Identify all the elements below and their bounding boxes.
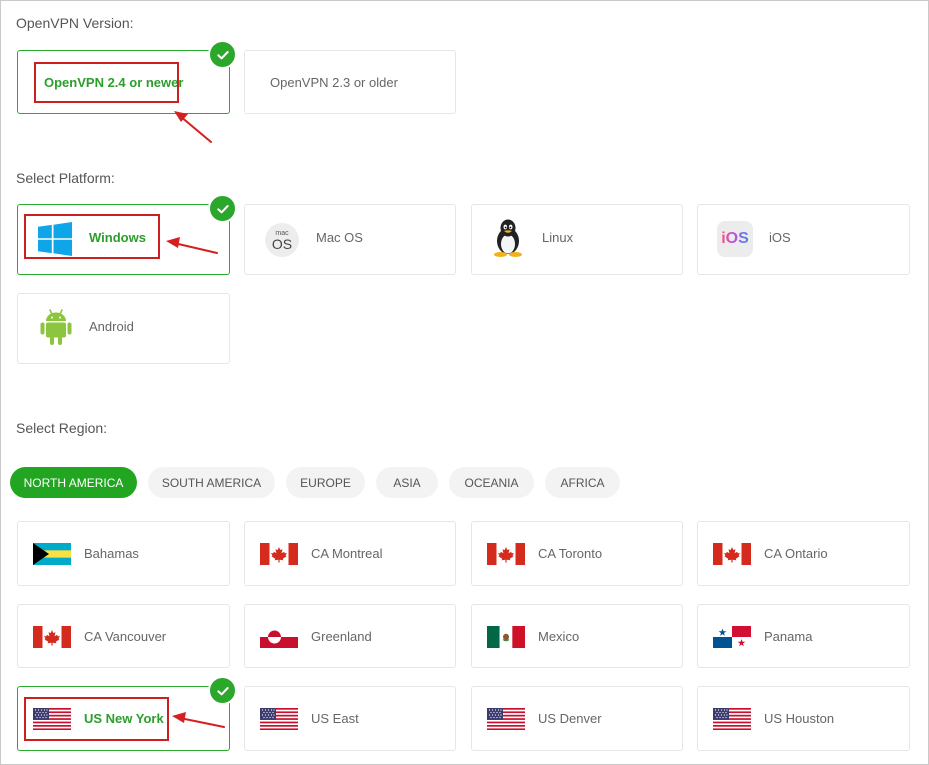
server-label: US Houston [764,711,835,726]
linux-tux-icon [491,219,525,260]
selected-check-icon [208,194,237,223]
openvpn-version-label: OpenVPN Version: [16,15,134,31]
server-us-east[interactable]: US East [244,686,456,751]
openvpn-option-label: OpenVPN 2.3 or older [270,75,398,90]
server-label: US East [311,711,359,726]
select-platform-label: Select Platform: [16,170,115,186]
region-tab-asia[interactable]: ASIA [376,467,438,498]
region-tab-north-america[interactable]: NORTH AMERICA [10,467,137,498]
selected-check-icon [208,40,237,69]
region-tab-south-america[interactable]: SOUTH AMERICA [148,467,275,498]
panama-flag-icon [713,626,751,648]
server-ca-toronto[interactable]: CA Toronto [471,521,683,586]
server-label: CA Ontario [764,546,828,561]
server-panama[interactable]: Panama [697,604,910,668]
android-icon [40,308,72,349]
annotation-highlight-box [24,697,169,741]
server-mexico[interactable]: Mexico [471,604,683,668]
server-ca-montreal[interactable]: CA Montreal [244,521,456,586]
region-tab-oceania[interactable]: OCEANIA [449,467,534,498]
select-region-label: Select Region: [16,420,108,436]
server-ca-vancouver[interactable]: CA Vancouver [17,604,230,668]
macos-icon: mac OS [265,223,299,257]
server-label: CA Montreal [311,546,383,561]
server-label: CA Vancouver [84,629,167,644]
mexico-flag-icon [487,626,525,648]
region-tab-europe[interactable]: EUROPE [286,467,365,498]
server-bahamas[interactable]: Bahamas [17,521,230,586]
usa-flag-icon [487,708,525,730]
ios-icon: iOS [717,221,753,257]
server-greenland[interactable]: Greenland [244,604,456,668]
canada-flag-icon [260,543,298,565]
platform-label: Android [89,319,134,334]
server-us-houston[interactable]: US Houston [697,686,910,751]
platform-android[interactable]: Android [17,293,230,364]
usa-flag-icon [260,708,298,730]
usa-flag-icon [713,708,751,730]
selected-check-icon [208,676,237,705]
annotation-highlight-box [24,214,160,259]
platform-label: iOS [769,230,791,245]
platform-linux[interactable]: Linux [471,204,683,275]
server-label: US Denver [538,711,602,726]
region-tab-africa[interactable]: AFRICA [545,467,620,498]
platform-label: Linux [542,230,574,245]
canada-flag-icon [713,543,751,565]
server-label: Greenland [311,629,372,644]
greenland-flag-icon [260,626,298,648]
platform-macos[interactable]: mac OS Mac OS [244,204,456,275]
bahamas-flag-icon [33,543,71,565]
server-label: Bahamas [84,546,139,561]
annotation-highlight-box [34,62,179,103]
server-label: Panama [764,629,813,644]
platform-label: Mac OS [316,230,363,245]
platform-ios[interactable]: iOS iOS [697,204,910,275]
server-label: CA Toronto [538,546,603,561]
server-ca-ontario[interactable]: CA Ontario [697,521,910,586]
server-us-denver[interactable]: US Denver [471,686,683,751]
canada-flag-icon [33,626,71,648]
openvpn-option-2-3[interactable]: OpenVPN 2.3 or older [244,50,456,114]
server-label: Mexico [538,629,580,644]
canada-flag-icon [487,543,525,565]
